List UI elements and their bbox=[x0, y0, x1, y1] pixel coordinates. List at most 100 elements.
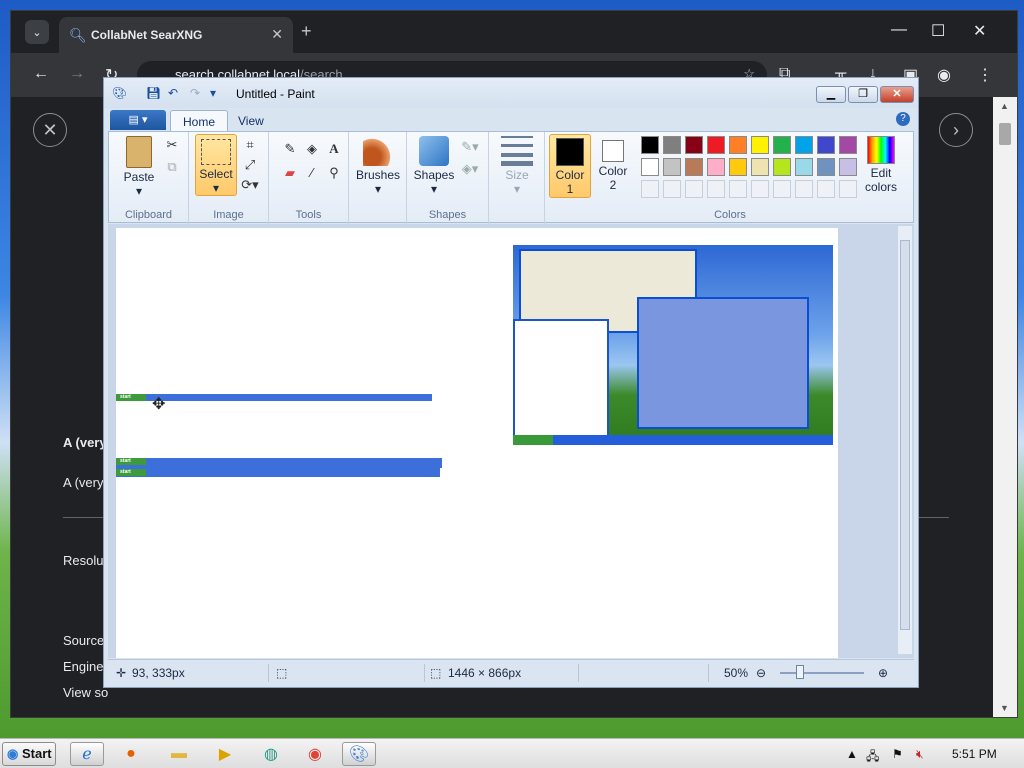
tray-expand-icon[interactable]: ▲ bbox=[846, 747, 858, 761]
taskbar-chrome-icon[interactable]: ◉ bbox=[298, 742, 332, 766]
taskbar-explorer-icon[interactable]: ▬ bbox=[162, 742, 196, 766]
scroll-up-icon[interactable]: ▲ bbox=[1000, 101, 1009, 111]
fill-shape-icon[interactable]: ◈▾ bbox=[461, 160, 479, 178]
taskbar-ie-icon[interactable]: ℯ bbox=[70, 742, 104, 766]
edit-colors-button[interactable]: Edit colors bbox=[855, 136, 907, 194]
color-swatch[interactable] bbox=[663, 158, 681, 176]
custom-color-slot[interactable] bbox=[685, 180, 703, 198]
redo-icon[interactable]: ↷ bbox=[190, 86, 205, 101]
magnifier-icon[interactable]: ⚲ bbox=[325, 164, 343, 182]
color-swatch[interactable] bbox=[707, 158, 725, 176]
scroll-down-icon[interactable]: ▼ bbox=[1000, 703, 1009, 713]
browser-tab[interactable]: 🔍︎ CollabNet SearXNG ✕ bbox=[59, 17, 293, 53]
paint-close-button[interactable]: ✕ bbox=[880, 86, 914, 103]
paint-minimize-button[interactable]: ▁ bbox=[816, 86, 846, 103]
brushes-button[interactable]: Brushes ▾ bbox=[355, 136, 401, 196]
tab-view[interactable]: View bbox=[226, 110, 276, 132]
color1-button[interactable]: Color 1 bbox=[549, 134, 591, 198]
eraser-icon[interactable]: ▰ bbox=[281, 164, 299, 182]
color-picker-icon[interactable]: ⁄ bbox=[303, 164, 321, 182]
zoom-out-icon[interactable]: ⊖ bbox=[756, 666, 766, 680]
view-source-link[interactable]: View so bbox=[63, 685, 108, 700]
color-swatch[interactable] bbox=[641, 136, 659, 154]
taskbar-paint-icon[interactable]: 🎨︎ bbox=[342, 742, 376, 766]
canvas-scroll-thumb[interactable] bbox=[900, 240, 910, 630]
profile-icon[interactable]: ◉ bbox=[937, 65, 951, 85]
outline-icon[interactable]: ✎▾ bbox=[461, 138, 479, 156]
copy-icon[interactable]: ⧉ bbox=[163, 158, 181, 176]
color-swatch[interactable] bbox=[751, 158, 769, 176]
paste-button[interactable]: Paste ▾ bbox=[117, 136, 161, 198]
color-swatch[interactable] bbox=[773, 158, 791, 176]
clock[interactable]: 5:51 PM bbox=[952, 747, 997, 761]
tray-volume-muted-icon[interactable]: 🔇︎ bbox=[916, 747, 924, 762]
close-tab-icon[interactable]: ✕ bbox=[271, 26, 283, 43]
page-scrollbar[interactable]: ▲ ▼ bbox=[993, 97, 1017, 717]
zoom-slider-thumb[interactable] bbox=[796, 665, 804, 679]
menu-icon[interactable]: ⋮ bbox=[977, 65, 993, 85]
size-button[interactable]: Size ▾ bbox=[495, 136, 539, 196]
color-swatch[interactable] bbox=[729, 136, 747, 154]
custom-color-slot[interactable] bbox=[751, 180, 769, 198]
custom-color-slot[interactable] bbox=[817, 180, 835, 198]
custom-color-slot[interactable] bbox=[773, 180, 791, 198]
tab-search-dropdown-icon[interactable]: ⌄ bbox=[25, 20, 49, 44]
taskbar-app-icon[interactable]: ◍ bbox=[254, 742, 288, 766]
undo-icon[interactable]: ↶ bbox=[168, 86, 183, 101]
cut-icon[interactable]: ✂ bbox=[163, 136, 181, 154]
canvas-scrollbar[interactable] bbox=[898, 226, 912, 654]
quick-access-dropdown-icon[interactable]: ▾ bbox=[210, 86, 225, 101]
new-tab-button[interactable]: + bbox=[301, 21, 312, 42]
text-tool-icon[interactable]: A bbox=[325, 140, 343, 158]
resize-icon[interactable]: ⤢ bbox=[241, 156, 259, 174]
zoom-slider-track[interactable] bbox=[780, 672, 864, 674]
color-swatch[interactable] bbox=[685, 136, 703, 154]
custom-color-slot[interactable] bbox=[707, 180, 725, 198]
color-swatch[interactable] bbox=[795, 136, 813, 154]
tray-flag-icon[interactable]: ⚑ bbox=[892, 747, 903, 761]
taskbar-media-icon[interactable]: ▶ bbox=[208, 742, 242, 766]
custom-color-slot[interactable] bbox=[729, 180, 747, 198]
xp-control-panel bbox=[637, 297, 809, 429]
next-circle-icon[interactable]: › bbox=[939, 113, 973, 147]
file-menu-button[interactable]: ▤ ▾ bbox=[110, 110, 166, 130]
custom-color-slot[interactable] bbox=[641, 180, 659, 198]
forward-icon[interactable]: → bbox=[69, 65, 85, 83]
color-swatch[interactable] bbox=[795, 158, 813, 176]
select-button[interactable]: Select ▾ bbox=[195, 134, 237, 196]
crop-icon[interactable]: ⌗ bbox=[241, 136, 259, 154]
rotate-icon[interactable]: ⟳▾ bbox=[241, 176, 259, 194]
taskbar-firefox-icon[interactable]: ● bbox=[114, 742, 148, 766]
back-icon[interactable]: ← bbox=[33, 65, 49, 83]
scroll-thumb[interactable] bbox=[999, 123, 1011, 145]
color2-button[interactable]: Color 2 bbox=[593, 134, 633, 192]
minimize-icon[interactable]: — bbox=[891, 21, 907, 39]
tab-home[interactable]: Home bbox=[170, 110, 229, 132]
color-swatch[interactable] bbox=[817, 136, 835, 154]
color-swatch[interactable] bbox=[707, 136, 725, 154]
custom-color-slot[interactable] bbox=[795, 180, 813, 198]
save-icon[interactable]: 💾︎ bbox=[146, 86, 161, 101]
color-swatch[interactable] bbox=[663, 136, 681, 154]
shapes-button[interactable]: Shapes ▾ bbox=[411, 136, 457, 196]
color-swatch[interactable] bbox=[729, 158, 747, 176]
drawing-canvas[interactable]: start ✥ start start bbox=[116, 228, 838, 658]
custom-color-slot[interactable] bbox=[663, 180, 681, 198]
fill-icon[interactable]: ◈ bbox=[303, 140, 321, 158]
close-circle-icon[interactable]: ✕ bbox=[33, 113, 67, 147]
color-swatch[interactable] bbox=[641, 158, 659, 176]
color-swatch[interactable] bbox=[773, 136, 791, 154]
help-icon[interactable]: ? bbox=[896, 112, 910, 126]
close-window-icon[interactable]: ✕ bbox=[973, 21, 986, 41]
zoom-level: 50% bbox=[724, 666, 749, 680]
pencil-icon[interactable]: ✎ bbox=[281, 140, 299, 158]
paint-restore-button[interactable]: ❐ bbox=[848, 86, 878, 103]
maximize-icon[interactable]: ☐ bbox=[931, 21, 945, 41]
tray-network-icon[interactable]: 🖧︎ bbox=[866, 747, 879, 768]
color-swatch[interactable] bbox=[685, 158, 703, 176]
start-button[interactable]: ◉ Start bbox=[2, 742, 56, 766]
color-swatch[interactable] bbox=[751, 136, 769, 154]
zoom-in-icon[interactable]: ⊕ bbox=[878, 666, 888, 680]
color-swatch[interactable] bbox=[817, 158, 835, 176]
ribbon-tabs: ▤ ▾ Home View ? bbox=[104, 108, 918, 132]
